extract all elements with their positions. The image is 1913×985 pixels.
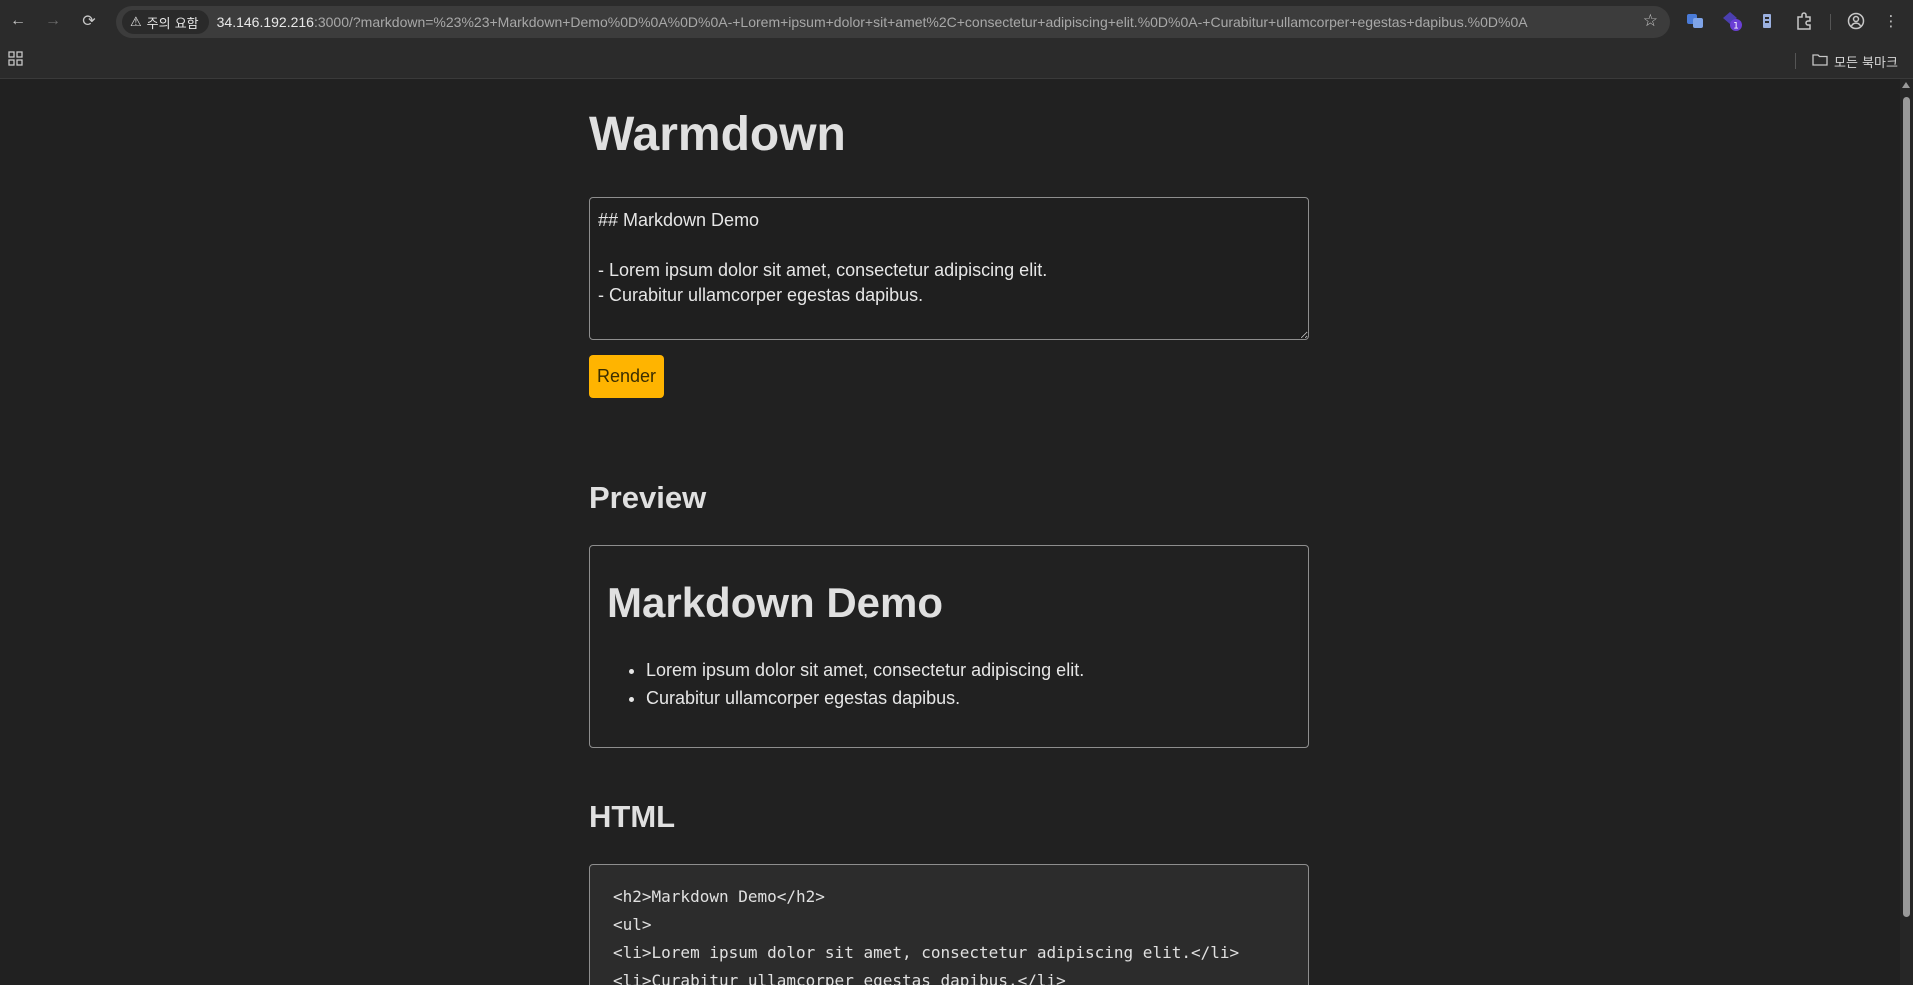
bookmarks-bar: 모든 북마크 — [0, 43, 1913, 79]
forward-arrow-icon[interactable]: → — [40, 8, 66, 34]
url-host: 34.146.192.216 — [216, 14, 314, 30]
code-line: <li>Curabitur ullamcorper egestas dapibu… — [613, 971, 1066, 985]
code-line: <h2>Markdown Demo</h2> — [613, 887, 825, 906]
rendered-list: Lorem ipsum dolor sit amet, consectetur … — [607, 656, 1291, 712]
bookmark-star-icon[interactable]: ☆ — [1643, 11, 1658, 31]
list-item: Curabitur ullamcorper egestas dapibus. — [646, 684, 1291, 712]
code-line: <li>Lorem ipsum dolor sit amet, consecte… — [613, 943, 1240, 962]
list-item: Lorem ipsum dolor sit amet, consectetur … — [646, 656, 1291, 684]
app-title: Warmdown — [589, 108, 846, 161]
kebab-menu-icon[interactable]: ⋮ — [1880, 10, 1902, 32]
page-scrollbar[interactable] — [1900, 79, 1913, 985]
page-viewport: Warmdown ## Markdown Demo - Lorem ipsum … — [0, 79, 1900, 985]
security-label: 주의 요함 — [146, 16, 199, 32]
render-button[interactable]: Render — [589, 355, 664, 398]
puzzle-extensions-icon[interactable] — [1793, 10, 1815, 32]
device-extension-icon[interactable] — [1756, 10, 1778, 32]
toolbar-separator — [1830, 14, 1831, 30]
browser-toolbar: ← → ⟳ ⚠ 주의 요함 34.146.192.216:3000/?markd… — [0, 0, 1913, 43]
extension-badge-icon[interactable]: 1 — [1721, 10, 1743, 32]
reload-icon[interactable]: ⟳ — [76, 8, 102, 34]
security-indicator[interactable]: ⚠ 주의 요함 — [122, 10, 209, 34]
warning-triangle-icon: ⚠ — [130, 14, 142, 30]
profile-icon[interactable] — [1845, 10, 1867, 32]
scroll-up-arrow-icon[interactable] — [1902, 82, 1910, 88]
all-bookmarks-label: 모든 북마크 — [1834, 56, 1898, 71]
url-text[interactable]: 34.146.192.216:3000/?markdown=%23%23+Mar… — [217, 14, 1637, 30]
html-heading: HTML — [589, 799, 676, 834]
all-bookmarks-button[interactable]: 모든 북마크 — [1812, 52, 1898, 71]
folder-icon — [1812, 53, 1828, 70]
scrollbar-thumb[interactable] — [1903, 97, 1910, 917]
url-path: :3000/?markdown=%23%23+Markdown+Demo%0D%… — [313, 14, 1528, 30]
rendered-title: Markdown Demo — [607, 579, 944, 626]
apps-grid-icon[interactable] — [8, 51, 23, 71]
preview-panel: Markdown Demo Lorem ipsum dolor sit amet… — [589, 545, 1309, 748]
address-bar[interactable]: ⚠ 주의 요함 34.146.192.216:3000/?markdown=%2… — [116, 6, 1670, 38]
preview-heading: Preview — [589, 480, 707, 515]
back-arrow-icon[interactable]: ← — [5, 8, 31, 34]
translate-extension-icon[interactable] — [1684, 10, 1706, 32]
code-line: <ul> — [613, 915, 652, 934]
markdown-input[interactable]: ## Markdown Demo - Lorem ipsum dolor sit… — [589, 197, 1309, 340]
bookmarks-separator — [1795, 53, 1796, 69]
extension-badge-count: 1 — [1733, 22, 1739, 32]
html-output-panel: <h2>Markdown Demo</h2> <ul> <li>Lorem ip… — [589, 864, 1309, 985]
